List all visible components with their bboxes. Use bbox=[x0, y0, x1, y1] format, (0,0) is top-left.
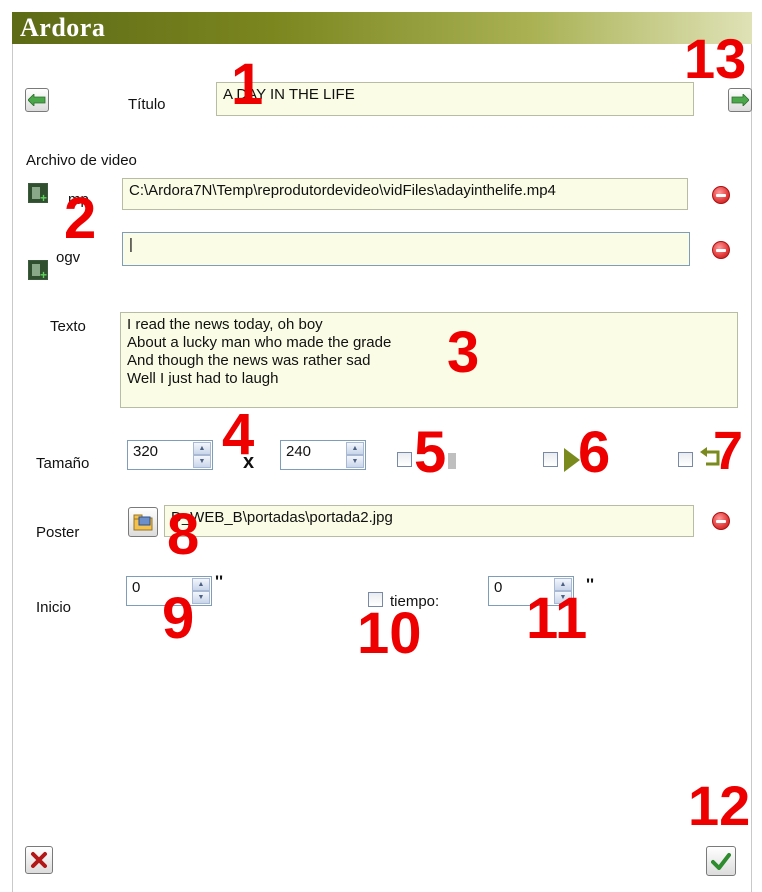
ogv-label: ogv bbox=[56, 249, 81, 266]
texto-label: Texto bbox=[50, 318, 86, 335]
stepper-down-icon[interactable]: ▼ bbox=[192, 591, 210, 604]
option-checkbox-7[interactable] bbox=[678, 452, 693, 467]
stepper-up-icon[interactable]: ▲ bbox=[193, 442, 211, 455]
annotation-number: 1 bbox=[231, 52, 264, 117]
stepper-up-icon[interactable]: ▲ bbox=[346, 442, 364, 455]
annotation-number: 10 bbox=[357, 601, 422, 666]
titulo-label: Título bbox=[128, 96, 166, 113]
previous-button[interactable] bbox=[25, 88, 49, 112]
tiempo-value: 0 bbox=[494, 579, 503, 596]
add-video-icon[interactable] bbox=[28, 183, 48, 205]
add-video-icon[interactable] bbox=[28, 260, 48, 282]
arrow-left-icon bbox=[28, 94, 46, 106]
annotation-number: 5 bbox=[414, 420, 447, 485]
annotation-number: 6 bbox=[578, 420, 611, 485]
tamano-label: Tamaño bbox=[36, 455, 90, 472]
poster-label: Poster bbox=[36, 524, 80, 541]
annotation-number: 9 bbox=[162, 586, 195, 651]
stepper-up-icon[interactable]: ▲ bbox=[192, 578, 210, 591]
inicio-unit: '' bbox=[215, 572, 224, 591]
annotation-number: 2 bbox=[64, 186, 97, 251]
remove-poster-icon[interactable] bbox=[712, 512, 730, 530]
titulo-input[interactable]: A DAY IN THE LIFE bbox=[216, 82, 694, 116]
height-stepper[interactable]: 240 ▲ ▼ bbox=[280, 440, 366, 470]
inicio-label: Inicio bbox=[36, 599, 72, 616]
width-value: 320 bbox=[133, 443, 159, 460]
title-bar: Ardora bbox=[12, 12, 752, 44]
texto-line: And though the news was rather sad bbox=[127, 352, 371, 369]
poster-file-input[interactable]: D_WEB_B\portadas\portada2.jpg bbox=[164, 505, 694, 537]
video-section-label: Archivo de video bbox=[26, 152, 137, 169]
window-border-left bbox=[12, 44, 13, 892]
remove-ogv-icon[interactable] bbox=[712, 241, 730, 259]
height-value: 240 bbox=[286, 443, 312, 460]
annotation-number: 7 bbox=[713, 421, 744, 481]
check-icon bbox=[711, 853, 731, 870]
mp4-file-input[interactable]: C:\Ardora7N\Temp\reprodutordevideo\vidFi… bbox=[122, 178, 688, 210]
remove-mp4-icon[interactable] bbox=[712, 186, 730, 204]
next-button[interactable] bbox=[728, 88, 752, 112]
folder-icon bbox=[133, 514, 153, 531]
option-checkbox-5[interactable] bbox=[397, 452, 412, 467]
window-border-right bbox=[751, 44, 752, 892]
width-stepper[interactable]: 320 ▲ ▼ bbox=[127, 440, 213, 470]
texto-line: I read the news today, oh boy bbox=[127, 316, 323, 333]
annotation-number: 8 bbox=[167, 502, 200, 567]
arrow-right-icon bbox=[731, 94, 749, 106]
app-title: Ardora bbox=[20, 13, 106, 42]
annotation-number: 11 bbox=[526, 586, 588, 651]
browse-poster-button[interactable] bbox=[128, 507, 158, 537]
option-checkbox-6[interactable] bbox=[543, 452, 558, 467]
texto-textarea[interactable]: I read the news today, oh boy About a lu… bbox=[120, 312, 738, 408]
stepper-down-icon[interactable]: ▼ bbox=[346, 455, 364, 468]
option-icon-5 bbox=[448, 453, 456, 469]
close-icon bbox=[31, 852, 47, 868]
texto-line: About a lucky man who made the grade bbox=[127, 334, 392, 351]
annotation-number: 4 bbox=[222, 402, 255, 467]
stepper-down-icon[interactable]: ▼ bbox=[193, 455, 211, 468]
cancel-button[interactable] bbox=[25, 846, 53, 874]
annotation-number: 12 bbox=[688, 774, 751, 837]
annotation-number: 13 bbox=[684, 27, 747, 90]
texto-line: Well I just had to laugh bbox=[127, 370, 279, 387]
annotation-number: 3 bbox=[447, 320, 480, 385]
inicio-value: 0 bbox=[132, 579, 141, 596]
accept-button[interactable] bbox=[706, 846, 736, 876]
ogv-file-input[interactable]: | bbox=[122, 232, 690, 266]
